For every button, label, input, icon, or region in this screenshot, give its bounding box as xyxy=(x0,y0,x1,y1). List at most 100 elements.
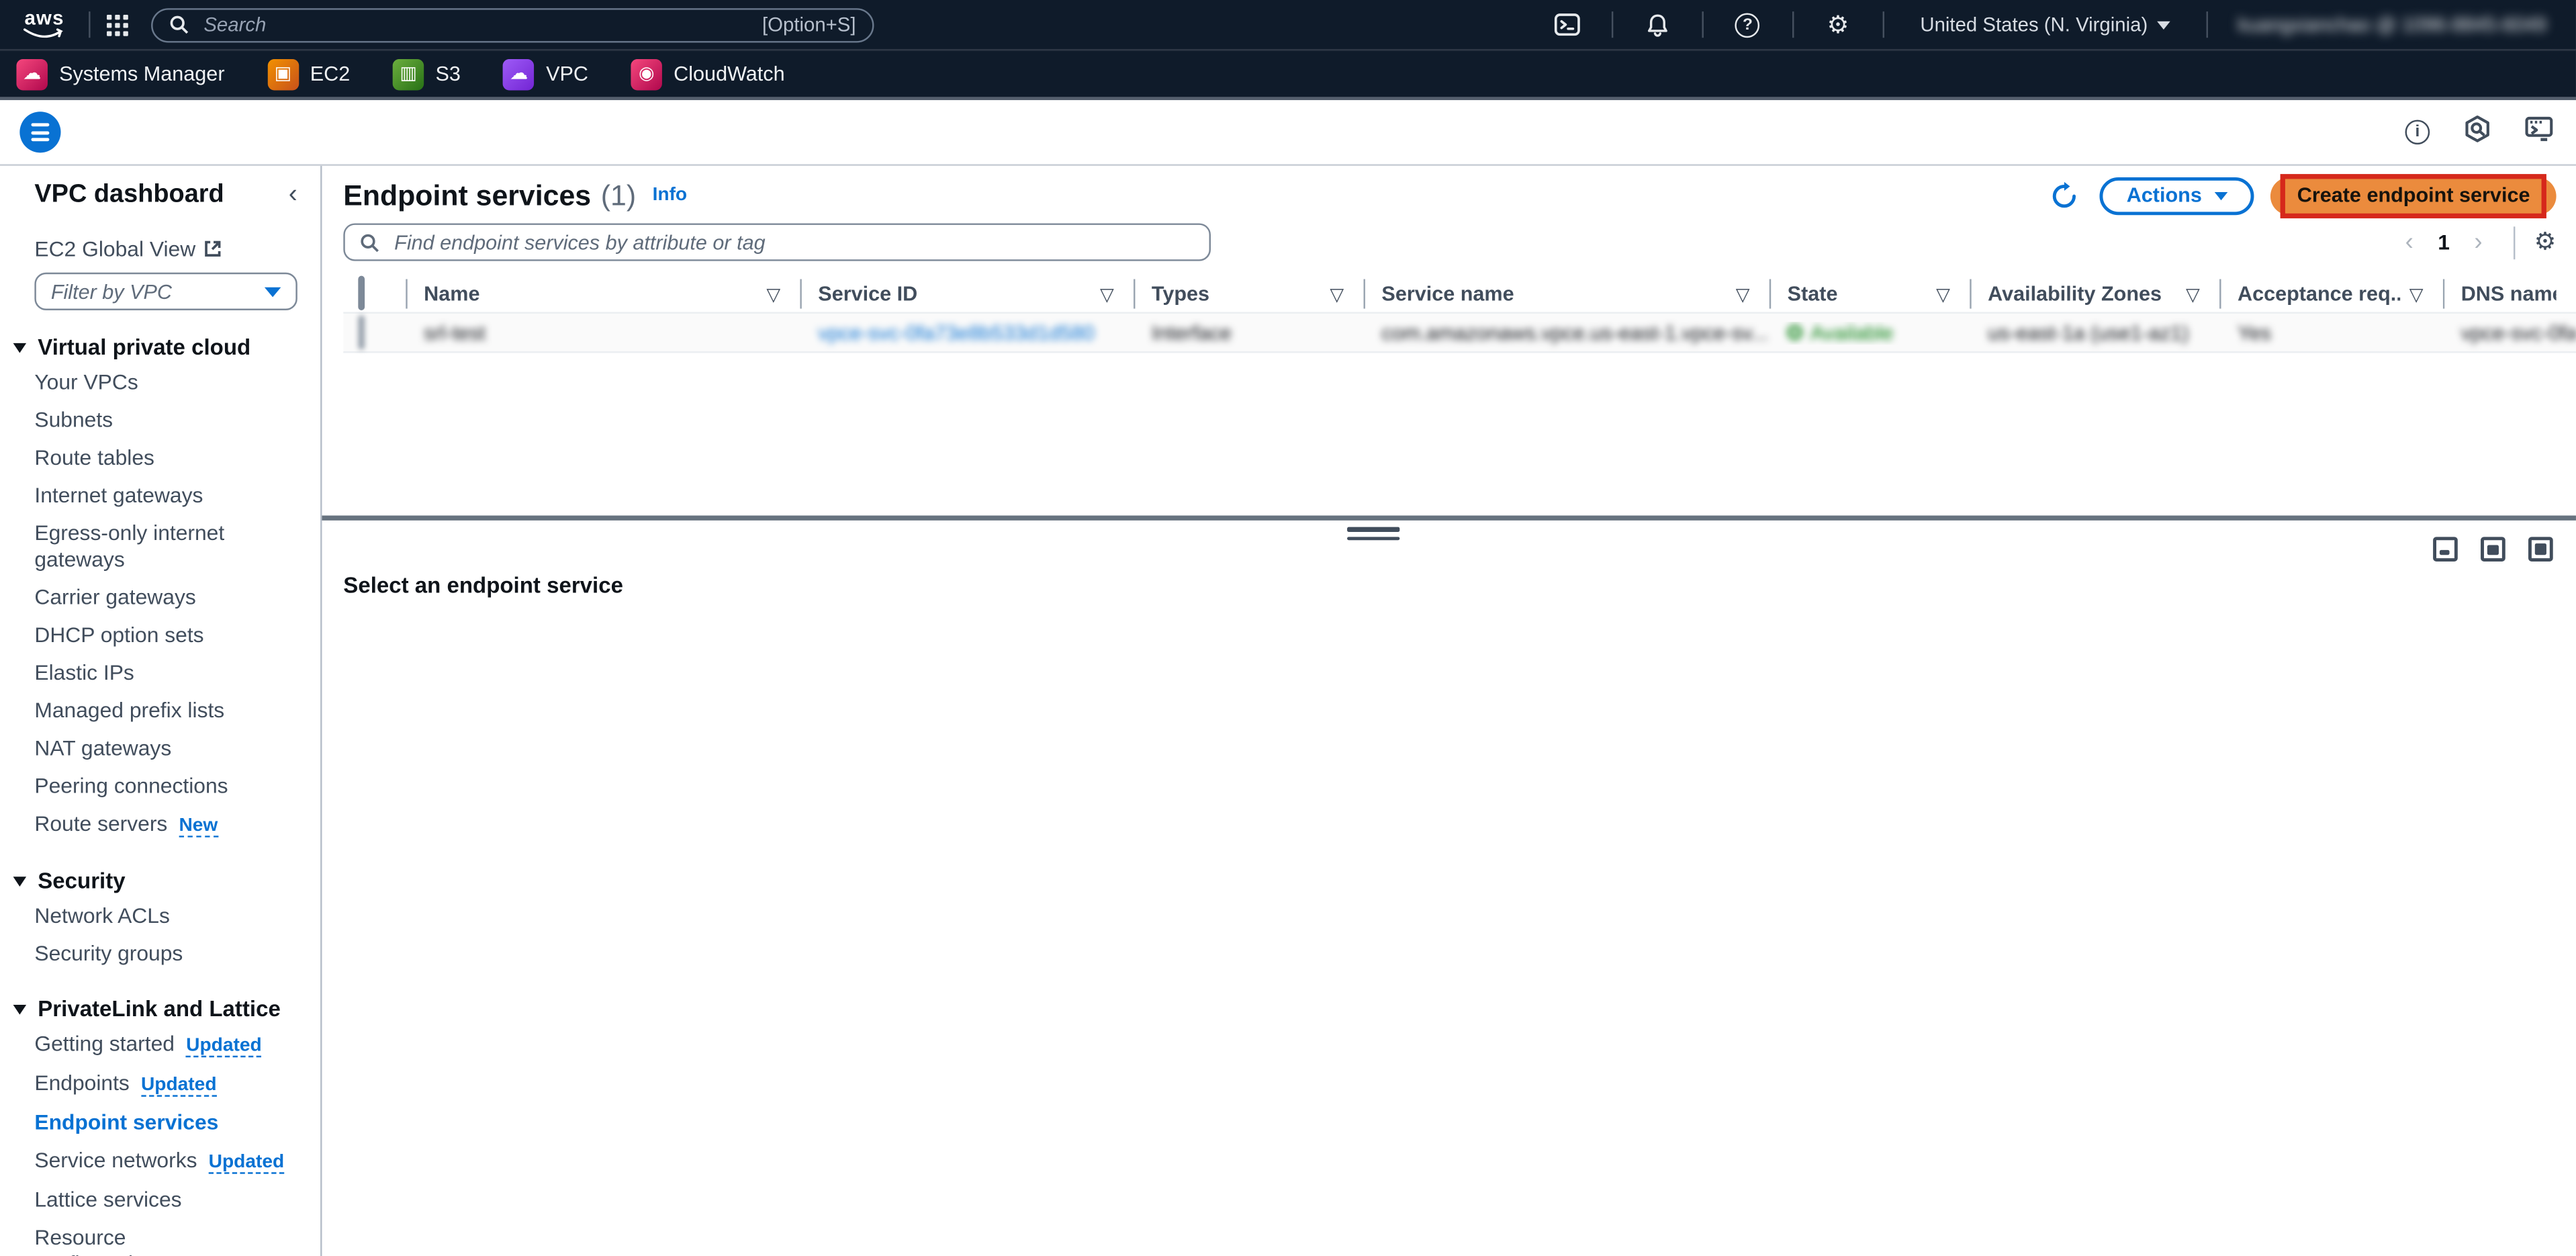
region-selector[interactable]: United States (N. Virginia) xyxy=(1900,13,2191,36)
sidebar-item[interactable]: Egress-only internet gateways xyxy=(0,514,320,578)
sidebar-item[interactable]: Carrier gateways xyxy=(0,578,320,615)
info-panel-icon[interactable]: i xyxy=(2405,120,2430,145)
column-header[interactable]: Service ID ▽ xyxy=(800,276,1134,312)
vpc-filter-select[interactable]: Filter by VPC xyxy=(34,272,297,310)
section-caret-icon xyxy=(13,342,27,353)
favorite-service-link[interactable]: ☁ Systems Manager xyxy=(16,58,225,90)
section-header-security[interactable]: Security xyxy=(0,868,320,897)
cloudshell-icon[interactable] xyxy=(1539,13,1595,36)
help-icon[interactable]: ? xyxy=(1720,12,1776,37)
table-filter[interactable] xyxy=(343,223,1211,261)
table-row[interactable]: srl-test vpce-svc-0fa73e8b533d1d580 Inte… xyxy=(343,312,2576,353)
column-header[interactable]: Service name ▽ xyxy=(1363,276,1769,312)
column-filter-icon[interactable]: ▽ xyxy=(1330,283,1344,304)
column-header[interactable]: Availability Zones ▽ xyxy=(1970,276,2219,312)
cell-types: Interface xyxy=(1151,320,1232,345)
status-available-icon xyxy=(1787,324,1802,340)
column-header[interactable]: DNS name xyxy=(2442,276,2576,312)
split-panel-divider[interactable] xyxy=(322,515,2576,541)
sidebar-item[interactable]: Your VPCs xyxy=(0,363,320,400)
divider xyxy=(1611,11,1613,38)
sidebar-item[interactable]: Lattice services xyxy=(0,1181,320,1218)
column-header[interactable]: Name ▽ xyxy=(406,276,800,312)
chevron-down-icon xyxy=(264,286,281,297)
apps-grid-icon[interactable] xyxy=(107,13,128,36)
cell-name: srl-test xyxy=(424,320,486,345)
previous-page-button[interactable]: ‹ xyxy=(2395,230,2424,255)
divider xyxy=(2207,11,2209,38)
amazon-q-icon[interactable] xyxy=(2465,114,2491,150)
column-filter-icon[interactable]: ▽ xyxy=(1736,283,1750,304)
updated-badge[interactable]: Updated xyxy=(208,1151,285,1173)
column-header[interactable]: Types ▽ xyxy=(1134,276,1363,312)
column-filter-icon[interactable]: ▽ xyxy=(1100,283,1114,304)
section-caret-icon xyxy=(13,1003,27,1014)
divider xyxy=(2512,226,2515,259)
cloudshell-panel-icon[interactable] xyxy=(2525,116,2553,148)
sidebar-item[interactable]: Endpoint services xyxy=(0,1104,320,1141)
column-filter-icon[interactable]: ▽ xyxy=(766,283,780,304)
menu-hamburger-button[interactable] xyxy=(19,111,61,153)
sidebar-collapse-icon[interactable]: ‹ xyxy=(289,181,297,208)
cell-service-id-link[interactable]: vpce-svc-0fa73e8b533d1d580 xyxy=(800,321,1134,344)
sidebar-item[interactable]: Endpoints Updated xyxy=(0,1064,320,1104)
split-panel-drag-handle[interactable] xyxy=(1347,527,1400,541)
column-filter-icon[interactable]: ▽ xyxy=(2186,283,2200,304)
create-endpoint-service-button[interactable]: Create endpoint service xyxy=(2270,173,2557,218)
sidebar-item[interactable]: Getting started Updated xyxy=(0,1024,320,1064)
sidebar-item[interactable]: Managed prefix lists xyxy=(0,691,320,729)
settings-gear-icon[interactable]: ⚙ xyxy=(1810,12,1866,37)
aws-logo[interactable]: aws xyxy=(23,8,66,40)
sidebar-item[interactable]: Route tables xyxy=(0,439,320,476)
updated-badge[interactable]: Updated xyxy=(140,1074,217,1096)
panel-layout-half-icon[interactable] xyxy=(2481,537,2505,562)
sidebar-section-vpc: Virtual private cloud Your VPCs Subnets … xyxy=(0,335,320,844)
favorite-service-label: CloudWatch xyxy=(674,62,785,86)
section-header-vpc[interactable]: Virtual private cloud xyxy=(0,335,320,363)
service-icon: ▥ xyxy=(392,58,424,90)
sidebar-item[interactable]: Security groups xyxy=(0,934,320,972)
sidebar-item[interactable]: Peering connections xyxy=(0,767,320,805)
notifications-bell-icon[interactable] xyxy=(1629,12,1685,37)
main-content: Endpoint services (1) Info Actions Creat… xyxy=(322,165,2576,1256)
sidebar-item[interactable]: Subnets xyxy=(0,400,320,438)
panel-layout-bottom-icon[interactable] xyxy=(2433,537,2458,562)
row-checkbox-cell xyxy=(343,314,406,349)
info-link[interactable]: Info xyxy=(653,185,688,205)
table-settings-gear-icon[interactable]: ⚙ xyxy=(2534,230,2557,255)
column-filter-icon[interactable]: ▽ xyxy=(2409,283,2424,304)
favorite-service-link[interactable]: ▥ S3 xyxy=(392,58,461,90)
sidebar-item[interactable]: Internet gateways xyxy=(0,476,320,514)
sidebar-item[interactable]: Resource configurationsNew xyxy=(0,1218,320,1256)
actions-button[interactable]: Actions xyxy=(2100,176,2255,214)
favorite-service-link[interactable]: ▣ EC2 xyxy=(267,58,350,90)
global-search-input[interactable] xyxy=(200,11,751,38)
account-menu[interactable]: kuangxianchao @ 1096-8845-6049 xyxy=(2225,13,2559,36)
updated-badge[interactable]: Updated xyxy=(186,1035,262,1057)
table-header-row: Name ▽ Service ID ▽ Types ▽ Service name ▽ S… xyxy=(343,275,2576,312)
section-header-privatelink[interactable]: PrivateLink and Lattice xyxy=(0,997,320,1025)
refresh-button[interactable] xyxy=(2044,176,2084,216)
sidebar-item[interactable]: NAT gateways xyxy=(0,729,320,766)
split-panel-empty-message: Select an endpoint service xyxy=(343,573,623,598)
column-filter-icon[interactable]: ▽ xyxy=(1936,283,1950,304)
favorite-service-link[interactable]: ☁ VPC xyxy=(503,58,588,90)
select-all-checkbox[interactable] xyxy=(358,275,365,310)
next-page-button[interactable]: › xyxy=(2463,230,2493,255)
sidebar-item[interactable]: Network ACLs xyxy=(0,897,320,934)
favorite-service-link[interactable]: ◉ CloudWatch xyxy=(631,58,785,90)
panel-layout-full-icon[interactable] xyxy=(2528,537,2553,562)
column-header[interactable]: Acceptance req... ▽ xyxy=(2219,276,2443,312)
sidebar-item[interactable]: Service networks Updated xyxy=(0,1141,320,1181)
sidebar-item[interactable]: Elastic IPs xyxy=(0,654,320,691)
new-badge[interactable]: New xyxy=(179,815,218,837)
sidebar-item[interactable]: DHCP option sets xyxy=(0,616,320,654)
global-search-bar[interactable]: [Option+S] xyxy=(151,7,874,42)
column-header[interactable]: State ▽ xyxy=(1769,276,1970,312)
table-filter-input[interactable] xyxy=(391,228,1195,256)
ec2-global-view-link[interactable]: EC2 Global View xyxy=(0,210,320,261)
sidebar-item[interactable]: Route servers New xyxy=(0,805,320,844)
search-icon xyxy=(361,233,379,252)
aws-console-screen: aws [Option+S] ? ⚙ United Stat xyxy=(0,0,2576,1256)
row-checkbox[interactable] xyxy=(358,314,365,349)
